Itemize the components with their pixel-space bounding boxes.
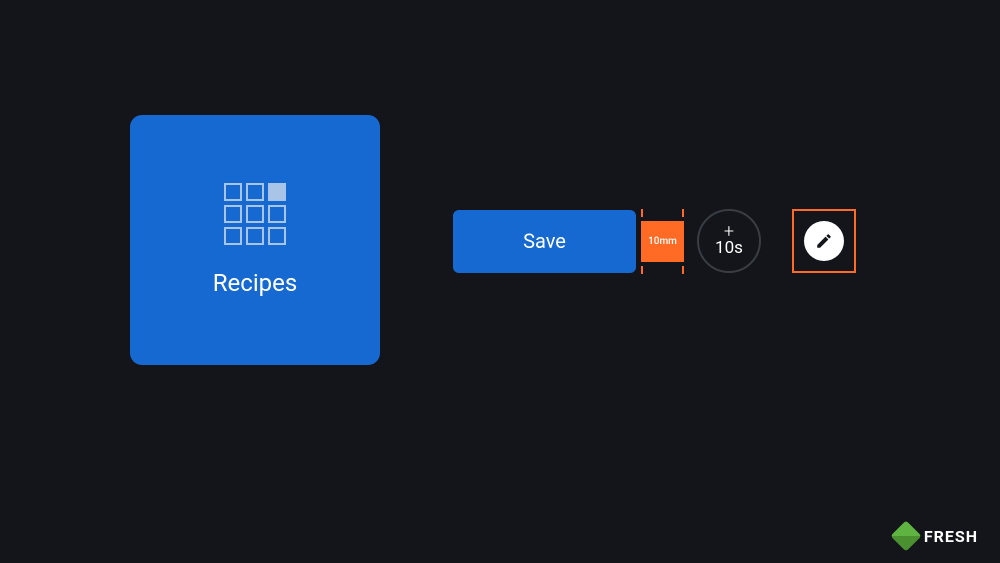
leaf-icon: [890, 520, 921, 551]
brand-logo: FRESH: [895, 525, 978, 547]
controls-row: Save 10mm + 10s: [453, 209, 856, 273]
add-time-button[interactable]: + 10s: [697, 209, 761, 273]
spacing-value: 10mm: [641, 221, 684, 262]
recipes-card[interactable]: Recipes: [130, 115, 380, 365]
save-button-label: Save: [523, 229, 566, 253]
recipes-label: Recipes: [213, 269, 298, 297]
pencil-icon: [815, 232, 833, 250]
grid-icon: [224, 183, 286, 245]
brand-name: FRESH: [924, 527, 978, 546]
save-button[interactable]: Save: [453, 210, 636, 273]
edit-circle: [804, 221, 844, 261]
timer-value: 10s: [715, 239, 743, 257]
plus-icon: +: [724, 225, 734, 239]
spacing-indicator: 10mm: [641, 210, 684, 273]
edit-button[interactable]: [792, 209, 856, 273]
